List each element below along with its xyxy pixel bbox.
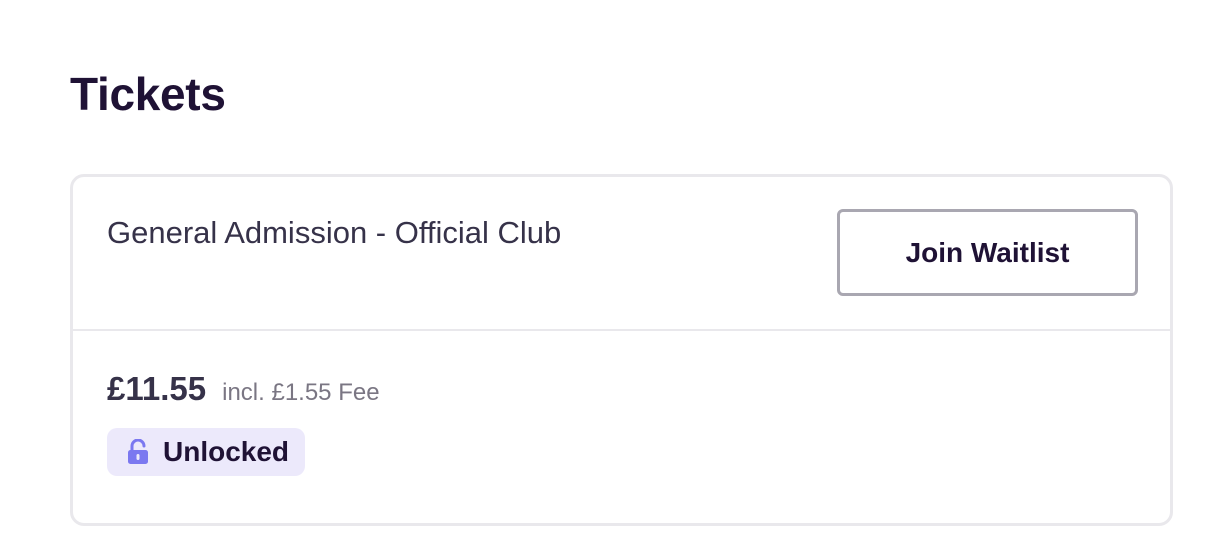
ticket-card-header: General Admission - Official Club Join W… [73,177,1170,331]
unlock-icon [127,438,149,465]
status-badge: Unlocked [107,428,306,476]
ticket-price: £11.55 [107,370,207,407]
ticket-name: General Admission - Official Club [107,215,562,250]
page-title: Tickets [70,68,226,120]
status-label: Unlocked [163,436,290,467]
price-row: £11.55 incl. £1.55 Fee [107,369,380,413]
join-waitlist-button[interactable]: Join Waitlist [837,209,1138,296]
ticket-card: General Admission - Official Club Join W… [70,174,1173,526]
ticket-fee: incl. £1.55 Fee [222,379,380,406]
